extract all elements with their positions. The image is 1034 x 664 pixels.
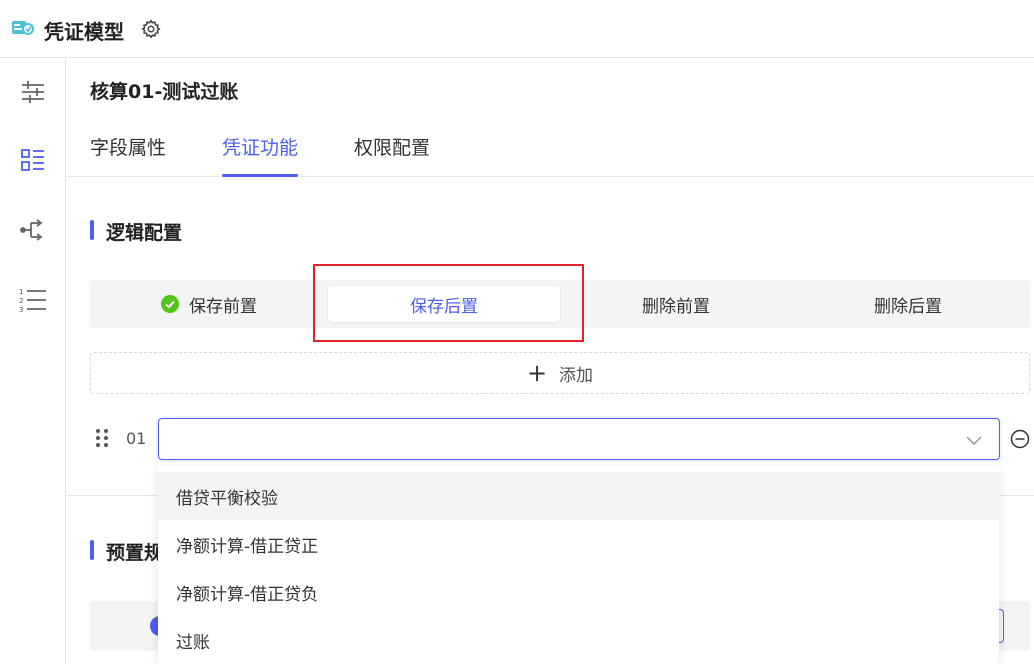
segment-delete-after[interactable]: 删除后置 xyxy=(792,280,1024,328)
section-title-preset: 预置规 xyxy=(90,538,163,565)
plus-icon: + xyxy=(526,359,548,387)
dropdown-option[interactable]: 借贷平衡校验 xyxy=(158,472,999,520)
rule-select[interactable] xyxy=(158,418,1000,460)
check-circle-icon xyxy=(161,295,179,313)
rule-row: 01 xyxy=(90,414,1034,464)
list-layout-icon xyxy=(21,149,44,171)
add-rule-button[interactable]: + 添加 xyxy=(90,352,1030,394)
add-label: 添加 xyxy=(559,365,594,386)
segment-save-before[interactable]: 保存前置 xyxy=(90,280,328,328)
sidebar-item-flow[interactable] xyxy=(19,216,47,244)
sliders-icon xyxy=(22,81,44,103)
tab-permissions[interactable]: 权限配置 xyxy=(354,133,430,177)
dropdown-option[interactable]: 净额计算-借正贷正 xyxy=(158,520,999,568)
chevron-down-icon xyxy=(966,436,982,446)
svg-text:1: 1 xyxy=(19,288,23,296)
dropdown-option[interactable]: 净额计算-借正贷负 xyxy=(158,568,999,616)
sidebar-item-settings[interactable] xyxy=(19,78,47,106)
svg-text:2: 2 xyxy=(19,297,23,305)
sidebar-item-list[interactable]: 1 2 3 xyxy=(19,286,47,314)
flow-branch-icon xyxy=(20,219,43,241)
tab-voucher-functions[interactable]: 凭证功能 xyxy=(222,133,299,177)
segment-delete-before[interactable]: 删除前置 xyxy=(560,280,792,328)
numbered-list-icon: 1 2 3 xyxy=(19,288,46,313)
sidebar-item-layout[interactable] xyxy=(19,146,47,174)
top-bar: 凭证模型 xyxy=(0,0,1034,58)
tab-bar: 字段属性 凭证功能 权限配置 xyxy=(66,118,1034,177)
dropdown-option[interactable]: 过账 xyxy=(158,616,999,664)
document-code-icon xyxy=(12,21,34,35)
remove-circle-icon[interactable] xyxy=(1010,429,1030,449)
rule-dropdown-menu: 借贷平衡校验 净额计算-借正贷正 净额计算-借正贷负 过账 xyxy=(158,466,999,664)
svg-text:3: 3 xyxy=(19,306,23,313)
rule-index: 01 xyxy=(126,429,147,448)
segment-label: 保存前置 xyxy=(189,296,257,317)
page-title: 核算01-测试过账 xyxy=(90,81,239,103)
drag-handle-icon[interactable] xyxy=(94,428,110,448)
annotation-highlight-box xyxy=(313,264,584,342)
app-title: 凭证模型 xyxy=(44,20,124,44)
section-title-logic: 逻辑配置 xyxy=(90,218,182,245)
sidebar: 1 2 3 xyxy=(0,58,66,664)
gear-icon[interactable] xyxy=(140,18,162,40)
tab-field-properties[interactable]: 字段属性 xyxy=(90,133,166,177)
